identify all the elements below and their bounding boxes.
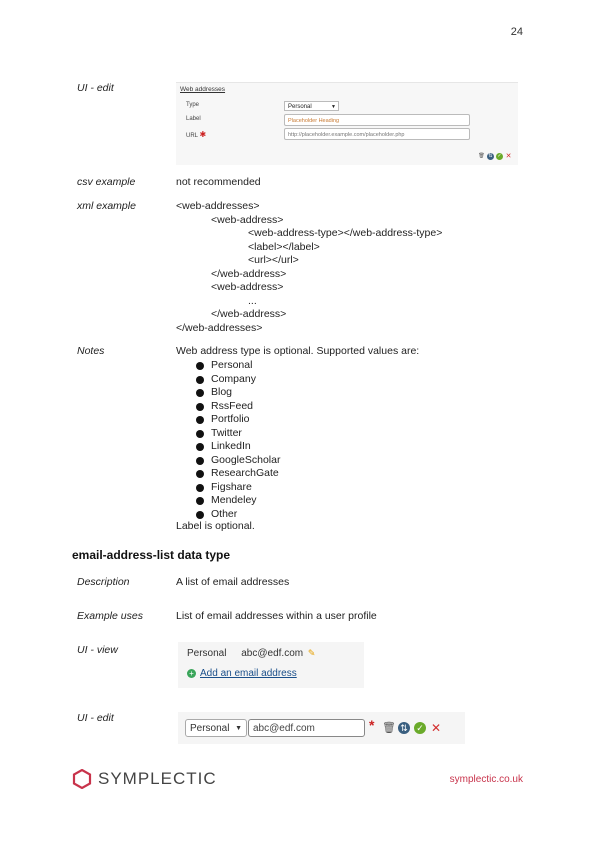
logo-text: SYMPLECTIC	[98, 769, 217, 788]
list-item: Personal	[196, 359, 280, 373]
xml-example-label: xml example	[77, 200, 136, 212]
ui-edit-label: UI - edit	[77, 82, 114, 94]
xml-line: <url></url>	[248, 254, 299, 266]
example-uses-value: List of email addresses within a user pr…	[176, 610, 377, 622]
csv-example-value: not recommended	[176, 176, 261, 188]
ui-edit-label-email: UI - edit	[77, 712, 114, 724]
notes-intro: Web address type is optional. Supported …	[176, 345, 420, 357]
email-row-actions: 🗑 ⇅ ✓ ✕	[382, 722, 442, 734]
description-label: Description	[77, 576, 130, 588]
list-item: LinkedIn	[196, 440, 280, 454]
chevron-down-icon: ▼	[235, 725, 242, 732]
xml-line: </web-address>	[211, 267, 287, 280]
list-item: Mendeley	[196, 494, 280, 508]
section-title: email-address-list data type	[72, 548, 231, 562]
required-icon: ✱	[199, 130, 207, 139]
notes-label: Notes	[77, 345, 105, 357]
list-item: RssFeed	[196, 400, 280, 414]
xml-line: </web-addresses>	[176, 321, 263, 334]
email-edit-panel: Personal ▼ abc@edf.com * 🗑 ⇅ ✓ ✕	[178, 712, 465, 744]
list-item: GoogleScholar	[196, 454, 280, 468]
ui-view-label: UI - view	[77, 644, 118, 656]
check-icon[interactable]: ✓	[496, 153, 503, 160]
email-view-panel: Personal abc@edf.com ✎ + Add an email add…	[178, 642, 364, 688]
add-email-link-text: Add an email address	[200, 668, 297, 679]
xml-line: ...	[248, 294, 257, 307]
move-icon[interactable]: ⇅	[487, 153, 494, 160]
website-link[interactable]: symplectic.co.uk	[450, 774, 523, 785]
label-input[interactable]: Placeholder Heading	[284, 114, 470, 126]
type-select-value: Personal	[288, 104, 312, 110]
email-type: Personal	[187, 648, 227, 659]
supported-values-list: Personal Company Blog RssFeed Portfolio …	[196, 359, 280, 521]
email-value: abc@edf.com	[241, 648, 304, 659]
description-value: A list of email addresses	[176, 576, 290, 588]
chevron-down-icon: ▼	[331, 104, 336, 110]
add-email-link[interactable]: + Add an email address	[187, 668, 297, 679]
url-field-label: URL ✱	[186, 130, 206, 139]
close-icon[interactable]: ✕	[505, 153, 512, 160]
web-addresses-edit-panel: Web addresses Type Personal ▼ Label Plac…	[176, 82, 518, 165]
email-row: Personal abc@edf.com ✎	[187, 648, 315, 659]
trash-icon[interactable]: 🗑	[382, 722, 396, 734]
xml-line: <web-address>	[211, 213, 284, 226]
list-item: Company	[196, 373, 280, 387]
move-icon[interactable]: ⇅	[398, 722, 410, 734]
url-label-text: URL	[186, 133, 198, 139]
row-actions: 🗑 ⇅ ✓ ✕	[478, 153, 512, 160]
label-field-label: Label	[186, 116, 201, 122]
required-icon: *	[369, 717, 375, 733]
email-type-select[interactable]: Personal ▼	[185, 719, 247, 737]
trash-icon[interactable]: 🗑	[478, 153, 485, 160]
xml-line: </web-address>	[211, 308, 287, 320]
url-input[interactable]: http://placeholder.example.com/placehold…	[284, 128, 470, 140]
type-select[interactable]: Personal ▼	[284, 101, 339, 111]
csv-example-label: csv example	[77, 176, 136, 188]
email-input[interactable]: abc@edf.com	[248, 719, 365, 737]
symplectic-logo: SYMPLECTIC	[72, 769, 217, 789]
list-item: Blog	[196, 386, 280, 400]
type-field-label: Type	[186, 102, 200, 108]
pencil-icon[interactable]: ✎	[308, 648, 316, 658]
list-item: Figshare	[196, 481, 280, 495]
list-item: Portfolio	[196, 413, 280, 427]
example-uses-label: Example uses	[77, 610, 143, 622]
check-icon[interactable]: ✓	[414, 722, 426, 734]
list-item: ResearchGate	[196, 467, 280, 481]
notes-outro: Label is optional.	[176, 520, 255, 532]
close-icon[interactable]: ✕	[430, 722, 442, 734]
xml-line: <label></label>	[248, 240, 320, 253]
xml-line: <web-address>	[211, 281, 284, 293]
xml-line: <web-addresses>	[176, 200, 260, 212]
list-item: Twitter	[196, 427, 280, 441]
logo-hexagon-icon	[72, 769, 92, 789]
xml-line: <web-address-type></web-address-type>	[248, 227, 443, 239]
page-number: 24	[510, 26, 523, 38]
plus-circle-icon: +	[187, 668, 196, 678]
email-type-select-value: Personal	[190, 723, 230, 734]
panel-header: Web addresses	[180, 86, 226, 93]
list-item: Other	[196, 508, 280, 522]
